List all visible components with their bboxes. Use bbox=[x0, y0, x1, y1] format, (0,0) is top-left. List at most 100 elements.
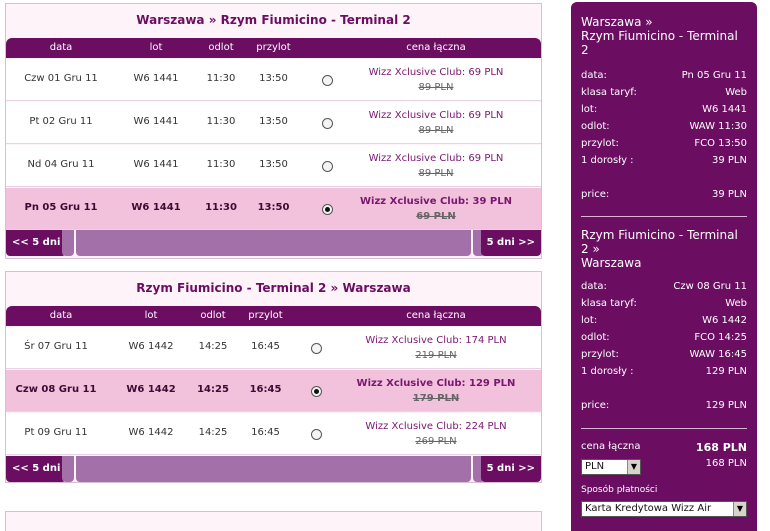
summary-out-route-3: 2 bbox=[581, 43, 589, 57]
club-price: Wizz Xclusive Club: 39 PLN bbox=[360, 196, 512, 207]
outbound-date-nav: << 5 dni 5 dni >> bbox=[6, 230, 541, 256]
inbound-flights-panel: Rzym Fiumicino - Terminal 2 » Warszawa d… bbox=[5, 271, 542, 483]
summary-detail-row: data: Pn 05 Gru 11 bbox=[581, 70, 747, 84]
summary-detail-row: klasa taryf: Web bbox=[581, 87, 747, 101]
flight-row[interactable]: Czw 01 Gru 11 W6 1441 11:30 13:50 Wizz Xclus… bbox=[6, 59, 541, 101]
flight-number: W6 1441 bbox=[133, 73, 179, 84]
total-sub-row: 168 PLN bbox=[687, 458, 747, 472]
flight-date: Śr 07 Gru 11 bbox=[24, 341, 88, 352]
detail-value: FCO 14:25 bbox=[694, 332, 747, 343]
flight-number: W6 1441 bbox=[133, 116, 179, 127]
prev-5-days-button[interactable]: << 5 dni bbox=[6, 230, 67, 256]
arrival-time: 16:45 bbox=[251, 341, 280, 352]
payment-label-row: Sposób płatności bbox=[581, 485, 747, 499]
nav-spacer bbox=[62, 230, 74, 256]
summary-detail-row: 1 dorosły : 39 PLN bbox=[581, 155, 747, 169]
flight-number: W6 1441 bbox=[131, 202, 181, 213]
detail-label: przylot: bbox=[581, 349, 619, 360]
detail-label: przylot: bbox=[581, 138, 619, 149]
summary-detail-row: odlot: WAW 11:30 bbox=[581, 121, 747, 135]
departure-time: 14:25 bbox=[197, 384, 229, 395]
detail-value: 39 PLN bbox=[712, 155, 747, 166]
summary-out-price-row: price: 39 PLN bbox=[581, 189, 747, 203]
arrival-time: 13:50 bbox=[259, 73, 288, 84]
fare-radio-button[interactable] bbox=[322, 204, 333, 215]
flight-number: W6 1442 bbox=[128, 427, 174, 438]
summary-ret-price-row: price: 129 PLN bbox=[581, 400, 747, 414]
fare-radio-button[interactable] bbox=[322, 161, 333, 172]
flight-number: W6 1442 bbox=[128, 341, 174, 352]
flight-date: Pn 05 Gru 11 bbox=[24, 202, 98, 213]
col-lot: lot bbox=[144, 310, 158, 321]
col-odlot: odlot bbox=[200, 310, 226, 321]
detail-label: odlot: bbox=[581, 332, 610, 343]
divider bbox=[581, 216, 747, 217]
flight-number: W6 1441 bbox=[133, 159, 179, 170]
col-odlot: odlot bbox=[208, 42, 234, 53]
total-value: 168 PLN bbox=[695, 441, 747, 454]
flight-row[interactable]: Nd 04 Gru 11 W6 1441 11:30 13:50 Wizz Xclusi… bbox=[6, 145, 541, 187]
divider bbox=[581, 428, 747, 429]
arrival-time: 16:45 bbox=[249, 384, 282, 395]
payment-method-select[interactable]: Karta Kredytowa Wizz Air ▼ bbox=[581, 501, 747, 517]
flight-row[interactable]: Pt 02 Gru 11 W6 1441 11:30 13:50 Wizz Xclusi… bbox=[6, 102, 541, 144]
summary-detail-row: lot: W6 1442 bbox=[581, 315, 747, 329]
payment-value: Karta Kredytowa Wizz Air bbox=[585, 503, 712, 514]
detail-label: lot: bbox=[581, 315, 598, 326]
detail-value: WAW 16:45 bbox=[689, 349, 747, 360]
club-price: Wizz Xclusive Club: 69 PLN bbox=[368, 67, 504, 78]
fare-price: Wizz Xclusive Club: 69 PLN 89 PLN bbox=[351, 65, 521, 95]
fare-price: Wizz Xclusive Club: 224 PLN 269 PLN bbox=[351, 419, 521, 449]
departure-time: 11:30 bbox=[206, 116, 236, 127]
col-lot: lot bbox=[149, 42, 163, 53]
fare-radio-button[interactable] bbox=[322, 118, 333, 129]
col-cena: cena łączna bbox=[406, 310, 466, 321]
flight-row[interactable]: Pn 05 Gru 11 W6 1441 11:30 13:50 Wizz Xclusi… bbox=[6, 188, 541, 230]
flight-date: Czw 01 Gru 11 bbox=[24, 73, 98, 84]
summary-out-route-2: Rzym Fiumicino - Terminal bbox=[581, 29, 738, 43]
flight-row[interactable]: Czw 08 Gru 11 W6 1442 14:25 16:45 Wizz Xclus… bbox=[6, 370, 541, 412]
flight-row[interactable]: Pt 09 Gru 11 W6 1442 14:25 16:45 Wizz Xclusi… bbox=[6, 413, 541, 455]
regular-price-strikethrough: 269 PLN bbox=[415, 436, 457, 447]
flight-number: W6 1442 bbox=[126, 384, 176, 395]
regular-price-strikethrough: 89 PLN bbox=[418, 168, 454, 179]
date-range-bar bbox=[76, 456, 471, 482]
detail-value: W6 1442 bbox=[702, 315, 747, 326]
price-label: price: bbox=[581, 400, 610, 411]
inbound-title: Rzym Fiumicino - Terminal 2 » Warszawa bbox=[136, 281, 411, 295]
flight-date: Nd 04 Gru 11 bbox=[27, 159, 95, 170]
next-5-days-button[interactable]: 5 dni >> bbox=[480, 230, 541, 256]
flight-row[interactable]: Śr 07 Gru 11 W6 1442 14:25 16:45 Wizz Xclusi… bbox=[6, 327, 541, 369]
nav-spacer bbox=[62, 456, 74, 482]
total-label: cena łączna bbox=[581, 441, 641, 452]
fare-radio-button[interactable] bbox=[311, 429, 322, 440]
prev-5-days-button[interactable]: << 5 dni bbox=[6, 456, 67, 482]
fare-radio-button[interactable] bbox=[311, 343, 322, 354]
detail-label: klasa taryf: bbox=[581, 298, 637, 309]
regular-price-strikethrough: 179 PLN bbox=[412, 393, 460, 404]
detail-value: Czw 08 Gru 11 bbox=[673, 281, 747, 292]
currency-value: PLN bbox=[585, 461, 605, 472]
col-data: data bbox=[49, 42, 73, 53]
fare-price: Wizz Xclusive Club: 39 PLN 69 PLN bbox=[351, 194, 521, 224]
regular-price-strikethrough: 89 PLN bbox=[418, 125, 454, 136]
fare-price: Wizz Xclusive Club: 69 PLN 89 PLN bbox=[351, 108, 521, 138]
summary-detail-row: lot: W6 1441 bbox=[581, 104, 747, 118]
summary-ret-route-1: Rzym Fiumicino - Terminal bbox=[581, 228, 738, 242]
summary-detail-row: odlot: FCO 14:25 bbox=[581, 332, 747, 346]
departure-time: 14:25 bbox=[198, 427, 228, 438]
inbound-date-nav: << 5 dni 5 dni >> bbox=[6, 456, 541, 482]
departure-time: 11:30 bbox=[205, 202, 237, 213]
fare-radio-button[interactable] bbox=[311, 386, 322, 397]
arrival-time: 13:50 bbox=[259, 159, 288, 170]
detail-value: 129 PLN bbox=[705, 366, 747, 377]
regular-price-strikethrough: 69 PLN bbox=[416, 211, 456, 222]
fare-radio-button[interactable] bbox=[322, 75, 333, 86]
outbound-table-header: data lot odlot przylot cena łączna bbox=[6, 38, 541, 58]
currency-select[interactable]: PLN ▼ bbox=[581, 459, 641, 475]
booking-summary-sidebar: Warszawa » Rzym Fiumicino - Terminal 2 d… bbox=[571, 2, 757, 531]
summary-detail-row: przylot: FCO 13:50 bbox=[581, 138, 747, 152]
summary-ret-route-2: 2 » bbox=[581, 242, 600, 256]
detail-label: odlot: bbox=[581, 121, 610, 132]
next-5-days-button[interactable]: 5 dni >> bbox=[480, 456, 541, 482]
